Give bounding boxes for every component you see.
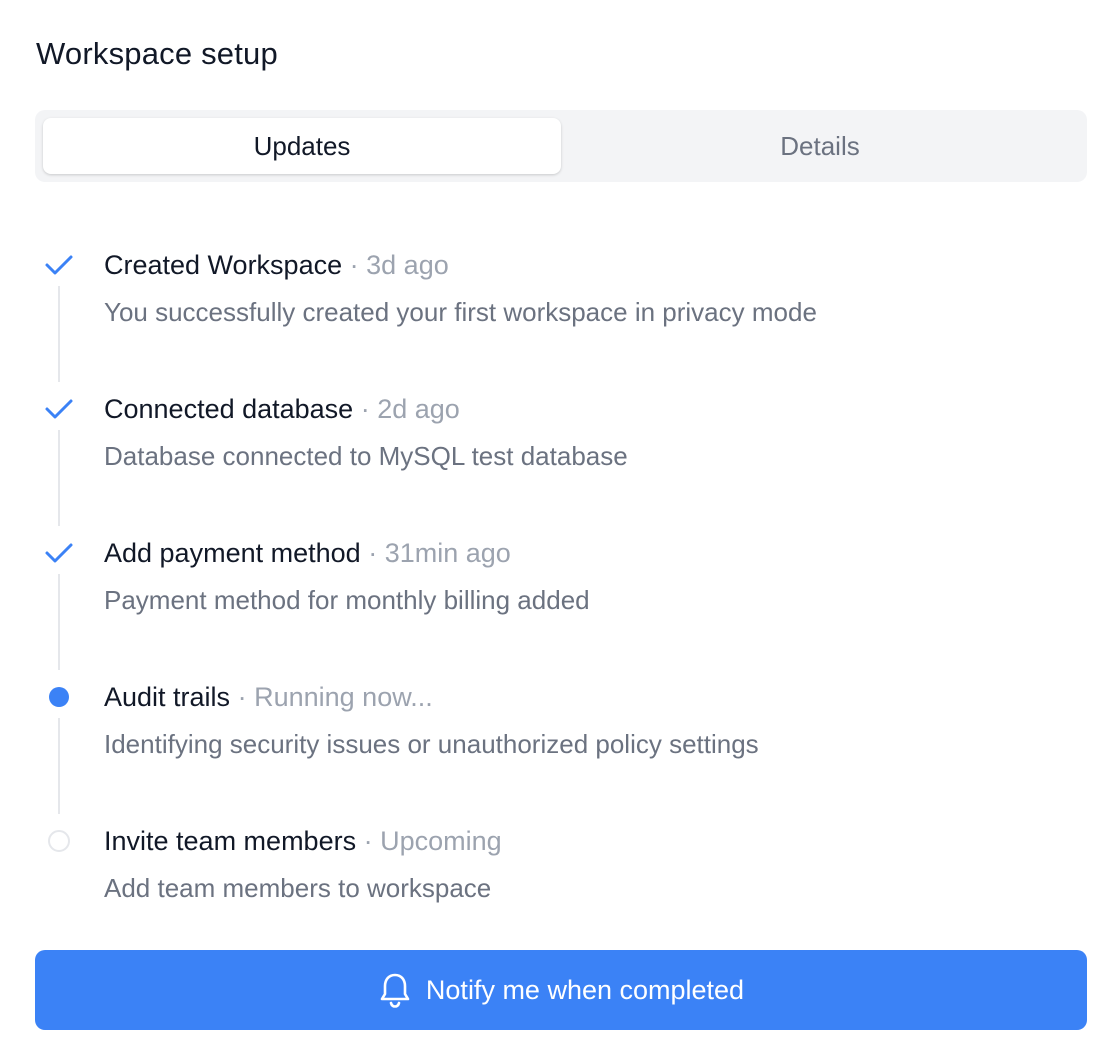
- timeline-step: Audit trails · Running now... Identifyin…: [0, 668, 1118, 814]
- step-description: You successfully created your first work…: [104, 297, 817, 327]
- step-header: Created Workspace · 3d ago: [104, 246, 449, 284]
- check-icon: [44, 394, 74, 424]
- bell-icon: [378, 971, 412, 1009]
- step-time: 2d ago: [377, 394, 460, 424]
- step-description: Payment method for monthly billing added: [104, 585, 590, 615]
- step-header: Add payment method · 31min ago: [104, 534, 511, 572]
- step-time: 3d ago: [366, 250, 449, 280]
- step-title: Add payment method: [104, 538, 361, 568]
- step-title: Invite team members: [104, 826, 357, 856]
- step-description: Add team members to workspace: [104, 873, 492, 903]
- check-icon: [44, 538, 74, 568]
- step-separator: ·: [237, 682, 247, 712]
- tab-bar: Updates Details: [35, 110, 1087, 182]
- timeline-step: Created Workspace · 3d ago You successfu…: [0, 236, 1118, 382]
- step-separator: ·: [349, 250, 359, 280]
- tab-details[interactable]: Details: [561, 118, 1079, 174]
- timeline-connector: [58, 718, 60, 814]
- step-header: Invite team members · Upcoming: [104, 822, 502, 860]
- notify-button-label: Notify me when completed: [425, 974, 745, 1005]
- timeline-connector: [58, 430, 60, 526]
- timeline-step: Add payment method · 31min ago Payment m…: [0, 524, 1118, 670]
- step-separator: ·: [360, 394, 370, 424]
- step-description: Identifying security issues or unauthori…: [104, 729, 759, 759]
- step-separator: ·: [368, 538, 378, 568]
- step-time: Running now...: [254, 682, 433, 712]
- timeline-step: Connected database · 2d ago Database con…: [0, 380, 1118, 526]
- check-icon: [44, 250, 74, 280]
- step-time: 31min ago: [384, 538, 511, 568]
- step-title: Created Workspace: [104, 250, 343, 280]
- step-separator: ·: [363, 826, 373, 856]
- step-header: Audit trails · Running now...: [104, 678, 433, 716]
- page-title: Workspace setup: [36, 36, 278, 71]
- step-title: Connected database: [104, 394, 354, 424]
- step-header: Connected database · 2d ago: [104, 390, 460, 428]
- tab-updates[interactable]: Updates: [43, 118, 561, 174]
- timeline-connector: [58, 574, 60, 670]
- step-description: Database connected to MySQL test databas…: [104, 441, 628, 471]
- step-title: Audit trails: [104, 682, 231, 712]
- step-time: Upcoming: [380, 826, 502, 856]
- active-dot-icon: [44, 682, 74, 712]
- notify-button[interactable]: Notify me when completed: [35, 950, 1087, 1030]
- timeline-connector: [58, 286, 60, 382]
- empty-circle-icon: [44, 826, 74, 856]
- timeline-step: Invite team members · Upcoming Add team …: [0, 812, 1118, 956]
